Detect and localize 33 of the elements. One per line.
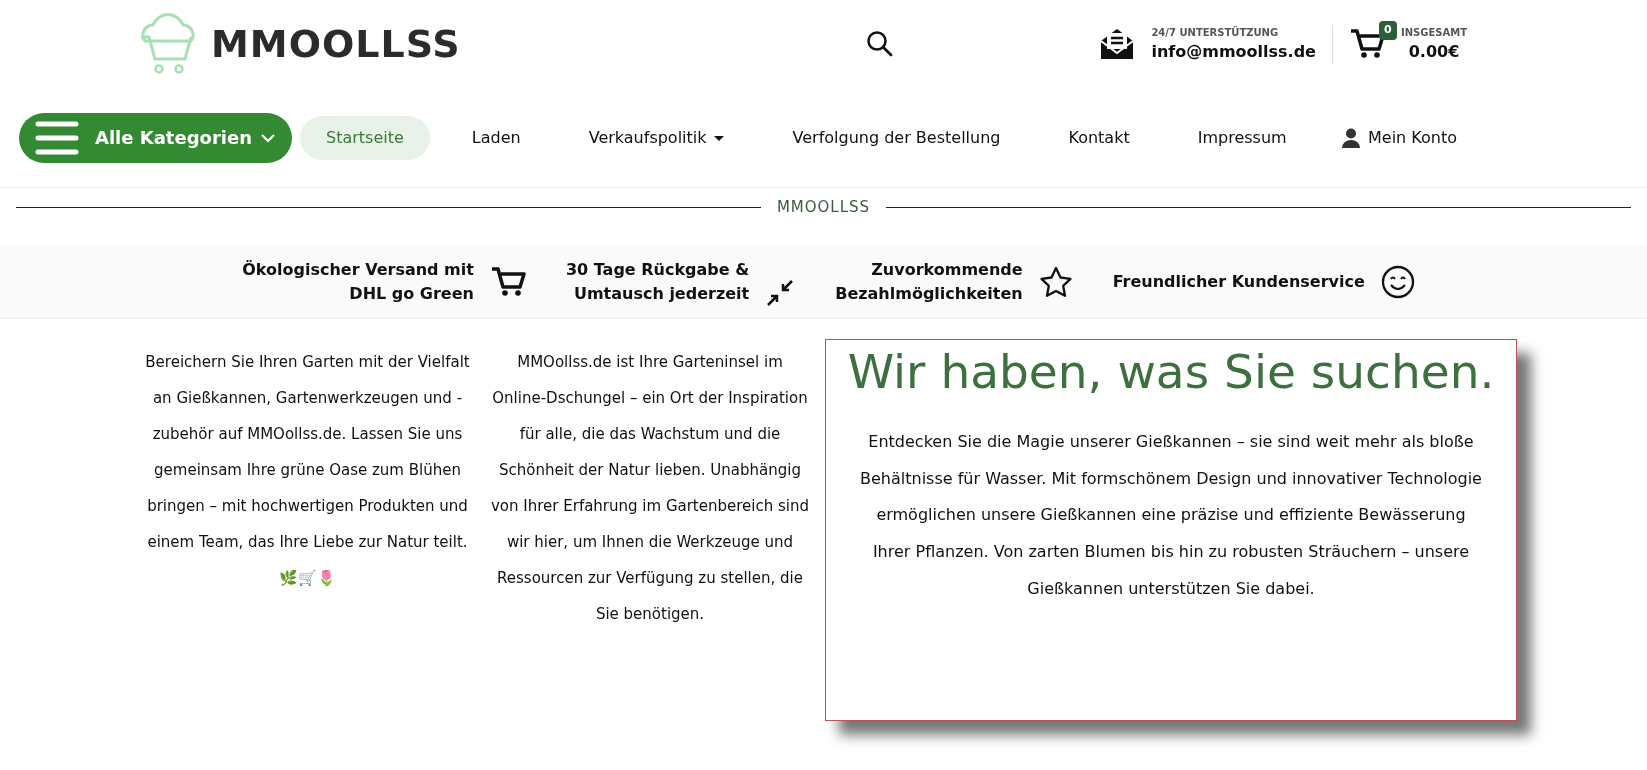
section-heading: MMOOLLSS [776,197,871,218]
compress-arrows-icon [765,278,796,308]
card-paragraph: Entdecken Sie die Magie unserer Gießkannen – sie sind weit mehr als bloße Behältnisse für Wasser. Mit formschönem Design und innovativer Technologie ermöglichen unsere Gießkannen eine präzise und effiziente Bewässerung Ihrer Pflanzen. Von zarten Blumen bis hin zu robusten Sträuchern – unsere Gießkannen unterstützen Sie dabei. [859,430,1483,601]
cart-icon [489,265,526,299]
nav-link[interactable]: Startseite [300,115,430,160]
search-icon[interactable] [866,30,895,58]
chevron-down-icon [260,132,276,143]
nav-link[interactable]: Verkaufspolitik [562,115,751,160]
account-link[interactable]: Mein Konto [1316,115,1483,160]
cart-count-badge: 0 [1378,21,1397,40]
star-icon [1038,266,1073,298]
user-icon [1342,127,1360,148]
nav-link[interactable]: Verfolgung der Bestellung [766,115,1027,160]
nav-link[interactable]: Impressum [1171,115,1313,160]
categories-button[interactable]: Alle Kategorien [19,112,292,163]
feature-text: Ökologischer Versand mit DHL go Green [242,259,474,305]
total-label: INSGESAMT [1400,25,1467,40]
support-email[interactable]: info@mmoollss.de [1151,39,1316,64]
nav-link[interactable]: Laden [445,115,547,160]
cart-icon[interactable] [1348,27,1385,61]
feature-text: Zuvorkommende Bezahlmöglichkeiten [835,259,1023,305]
card-heading: Wir haben, was Sie suchen. [846,343,1496,400]
envelope-icon [1099,27,1136,61]
paragraph: Bereichern Sie Ihren Garten mit der Vielfalt an Gießkannen, Gartenwerkzeugen und -zubehör auf MMOollss.de. Lassen Sie uns gemeinsam Ihre grüne Oase zum Blühen bringen – mit hochwertigen Produkten und einem Team, das Ihre Liebe zur Natur teilt. 🌿🛒🌷 [144,351,471,589]
support-label: 24/7 UNTERSTÜTZUNG [1151,25,1280,40]
nav-link[interactable]: Kontakt [1042,115,1156,160]
logo-text[interactable]: MMOOLLSS [211,15,461,73]
feature-text: Freundlicher Kundenservice [1112,271,1365,293]
cart-total: 0.00€ [1407,40,1461,63]
menu-icon [35,119,79,156]
feature-text: 30 Tage Rückgabe & Umtausch jederzeit [565,259,750,305]
paragraph: MMOollss.de ist Ihre Garteninsel im Online-Dschungel – ein Ort der Inspiration für alle, die das Wachstum und die Schönheit der Natur lieben. Unabhängig von Ihrer Erfahrung im Gartenbereich sind wir hier, um Ihnen die Werkzeuge und Ressourcen zur Verfügung zu stellen, die Sie benötigen. [490,351,810,625]
smiley-icon [1380,265,1415,299]
